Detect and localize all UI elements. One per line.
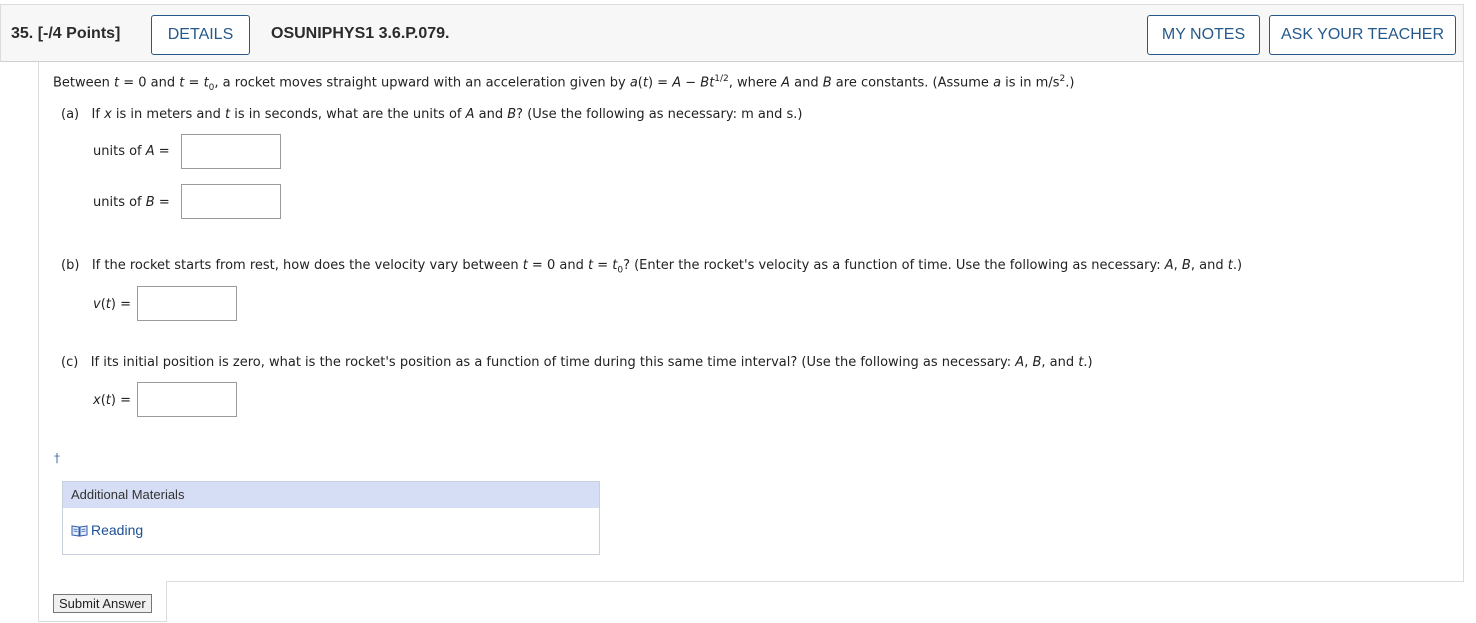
dagger-mark: †	[54, 451, 60, 465]
reading-link[interactable]: Reading	[71, 522, 143, 538]
additional-materials: Additional Materials Reading	[62, 481, 600, 555]
position-input[interactable]	[137, 382, 237, 417]
part-c-label: (c)	[61, 355, 79, 370]
position-label: x(t) =	[93, 393, 131, 408]
velocity-label: v(t) =	[93, 297, 131, 312]
question-header: 35. [-/4 Points] DETAILS OSUNIPHYS1 3.6.…	[0, 4, 1464, 62]
details-button[interactable]: DETAILS	[151, 15, 250, 55]
question-number: 35.	[11, 25, 34, 42]
additional-materials-title: Additional Materials	[63, 482, 599, 508]
part-b-prompt: (b) If the rocket starts from rest, how …	[61, 258, 1243, 276]
units-a-label: units of A =	[93, 144, 170, 159]
question-points: 35. [-/4 Points]	[11, 5, 120, 63]
part-b-label: (b)	[61, 258, 80, 273]
velocity-input[interactable]	[137, 286, 237, 321]
part-c-prompt: (c) If its initial position is zero, wha…	[61, 355, 1093, 370]
part-a-prompt: (a) If x is in meters and t is in second…	[61, 107, 803, 122]
book-icon	[71, 524, 88, 537]
my-notes-button[interactable]: MY NOTES	[1147, 15, 1260, 55]
reading-label: Reading	[91, 522, 144, 538]
submit-answer-button[interactable]: Submit Answer	[53, 594, 152, 613]
units-a-input[interactable]	[181, 134, 281, 169]
units-b-label: units of B =	[93, 195, 170, 210]
question-code: OSUNIPHYS1 3.6.P.079.	[271, 25, 450, 42]
ask-teacher-button[interactable]: ASK YOUR TEACHER	[1269, 15, 1456, 55]
question-intro: Between t = 0 and t = t0, a rocket moves…	[53, 74, 1075, 93]
part-a-label: (a)	[61, 107, 80, 122]
points-label: [-/4 Points]	[37, 25, 121, 42]
units-b-input[interactable]	[181, 184, 281, 219]
